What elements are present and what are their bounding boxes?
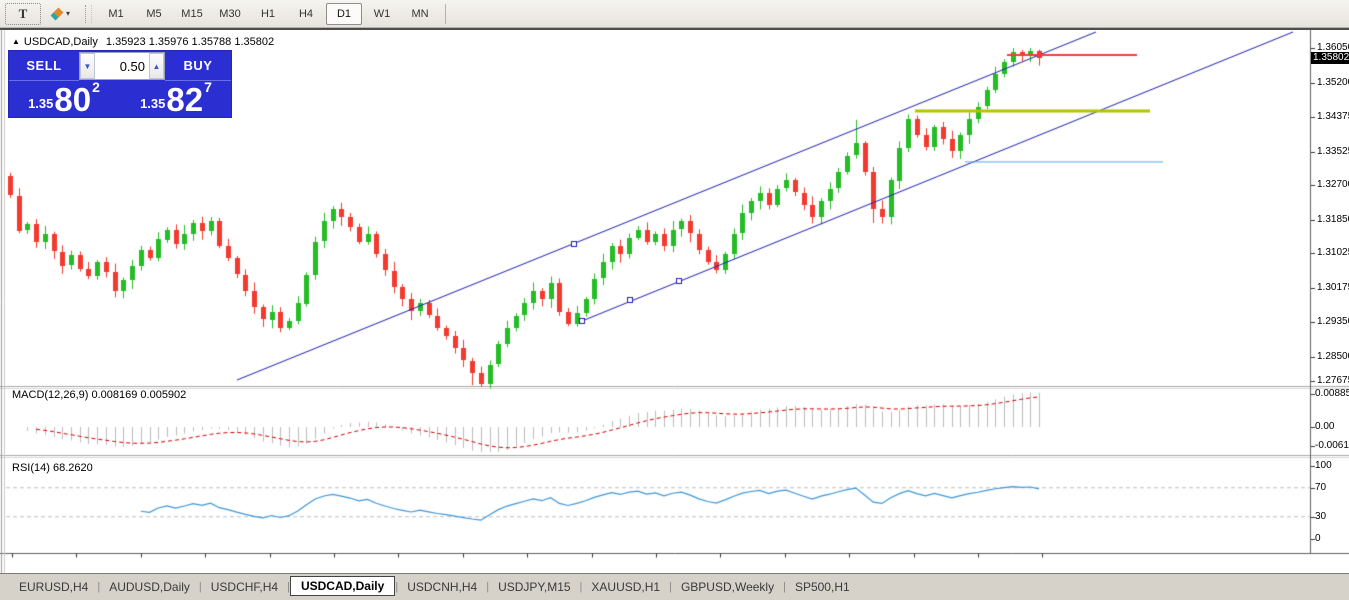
sell-price[interactable]: 1.35 80 2 — [9, 81, 119, 117]
chart-tab-usdcnh-h4[interactable]: USDCNH,H4 — [398, 577, 486, 597]
timeframe-button-m30[interactable]: M30 — [212, 3, 248, 25]
toolbar-grip — [85, 5, 92, 23]
timeframe-button-h4[interactable]: H4 — [288, 3, 324, 25]
buy-price[interactable]: 1.35 82 7 — [121, 81, 231, 117]
buy-price-small: 1.35 — [140, 96, 165, 111]
timeframe-button-d1[interactable]: D1 — [326, 3, 362, 25]
axis-label: 1.31850 — [1317, 214, 1349, 225]
sell-price-small: 1.35 — [28, 96, 53, 111]
timeframe-buttons: M1M5M15M30H1H4D1W1MN — [97, 3, 439, 25]
buy-price-big: 82 — [166, 85, 203, 115]
axis-label: 1.28500 — [1317, 351, 1349, 362]
axis-label: 0.00885 — [1315, 388, 1349, 399]
chart-tab-usdchf-h4[interactable]: USDCHF,H4 — [202, 577, 287, 597]
toolbar-separator — [445, 4, 446, 24]
axis-label: 1.30175 — [1317, 282, 1349, 293]
timeframe-button-mn[interactable]: MN — [402, 3, 438, 25]
timeframe-button-m5[interactable]: M5 — [136, 3, 172, 25]
sell-price-sup: 2 — [92, 79, 100, 95]
chevron-down-icon: ▾ — [66, 9, 70, 18]
chart-tab-xauusd-h1[interactable]: XAUUSD,H1 — [582, 577, 669, 597]
axis-label: 70 — [1315, 482, 1326, 493]
chart-tab-sp500-h1[interactable]: SP500,H1 — [786, 577, 859, 597]
current-price-badge: 1.35802 — [1311, 52, 1349, 64]
timeframe-button-m15[interactable]: M15 — [174, 3, 210, 25]
axis-label: 100 — [1315, 460, 1332, 471]
rsi-label: RSI(14) 68.2620 — [12, 462, 93, 474]
chart-ohlc-values: 1.35923 1.35976 1.35788 1.35802 — [106, 36, 274, 48]
chart-tab-eurusd-h4[interactable]: EURUSD,H4 — [10, 577, 97, 597]
chart-window: ▲ USDCAD,Daily 1.35923 1.35976 1.35788 1.3… — [0, 28, 1349, 573]
volume-value[interactable]: 0.50 — [95, 59, 149, 74]
axis-label: -0.00614 — [1315, 440, 1349, 451]
macd-label: MACD(12,26,9) 0.008169 0.005902 — [12, 389, 186, 401]
sell-price-big: 80 — [54, 85, 91, 115]
chart-tab-usdjpy-m15[interactable]: USDJPY,M15 — [489, 577, 579, 597]
chart-tab-usdcad-daily[interactable]: USDCAD,Daily — [290, 576, 395, 596]
chart-tabbar: EURUSD,H4|AUDUSD,Daily|USDCHF,H4|USDCAD,… — [0, 573, 1349, 600]
axis-label: 1.29350 — [1317, 316, 1349, 327]
chart-tab-gbpusd-weekly[interactable]: GBPUSD,Weekly — [672, 577, 783, 597]
axis-label: 1.31025 — [1317, 247, 1349, 258]
axis-label: 1.34375 — [1317, 111, 1349, 122]
volume-down-button[interactable]: ▼ — [80, 53, 95, 79]
mt5-trading-platform: { "toolbar": { "text_tool_label": "T", "… — [0, 0, 1349, 600]
timeframe-button-h1[interactable]: H1 — [250, 3, 286, 25]
buy-price-sup: 7 — [204, 79, 212, 95]
axis-label: 0.00 — [1315, 421, 1334, 432]
toolbar: T ▾ M1M5M15M30H1H4D1W1MN — [0, 0, 1349, 28]
timeframe-button-m1[interactable]: M1 — [98, 3, 134, 25]
chart-title: ▲ USDCAD,Daily 1.35923 1.35976 1.35788 1.3… — [12, 36, 274, 48]
axis-label: 1.27675 — [1317, 375, 1349, 386]
axis-label: 0 — [1315, 533, 1321, 544]
buy-button[interactable]: BUY — [165, 51, 231, 81]
axis-label: 1.35200 — [1317, 77, 1349, 88]
timeframe-button-w1[interactable]: W1 — [364, 3, 400, 25]
axis-label: 30 — [1315, 511, 1326, 522]
collapse-triangle-icon[interactable]: ▲ — [12, 37, 20, 46]
chart-symbol: USDCAD,Daily — [24, 36, 98, 48]
axis-label: 1.32700 — [1317, 179, 1349, 190]
axis-label: 1.33525 — [1317, 146, 1349, 157]
volume-box: ▼ 0.50 ▲ — [79, 52, 165, 80]
chart-tab-audusd-daily[interactable]: AUDUSD,Daily — [100, 577, 199, 597]
sell-button[interactable]: SELL — [9, 51, 79, 81]
text-tool-button[interactable]: T — [5, 3, 41, 25]
one-click-trading-panel: SELL ▼ 0.50 ▲ BUY 1.35 80 2 1.35 82 7 — [8, 50, 232, 118]
volume-up-button[interactable]: ▲ — [149, 53, 164, 79]
objects-tool-button[interactable]: ▾ — [43, 3, 79, 25]
